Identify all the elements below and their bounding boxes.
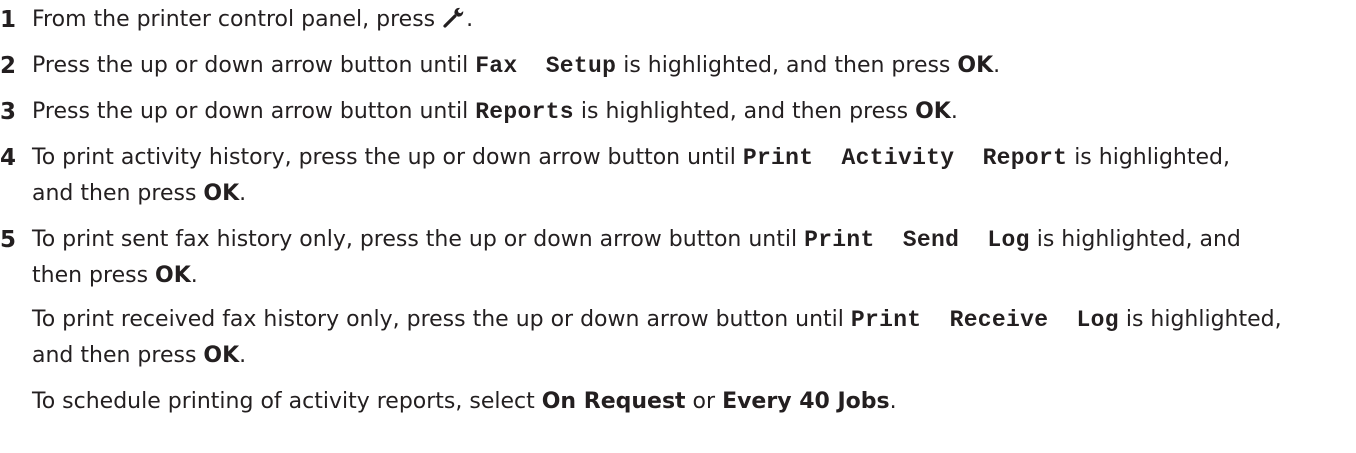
ok-button-label: OK: [915, 99, 951, 124]
menu-item-code: Print Receive Log: [850, 307, 1119, 333]
menu-item-code: Print Activity Report: [742, 145, 1068, 171]
step-text-mid: is highlighted, and then press: [616, 53, 958, 78]
step-text-post: .: [466, 7, 474, 32]
menu-item-code: Print Send Log: [804, 227, 1030, 253]
step-text-pre: To print activity history, press the up …: [32, 145, 743, 170]
para-text-pre: To print received fax history only, pres…: [32, 307, 851, 332]
option-on-request: On Request: [541, 389, 686, 414]
step-5-schedule-paragraph: To schedule printing of activity reports…: [32, 384, 1344, 420]
wrench-icon: [443, 7, 464, 28]
step-text-line2: and then press: [32, 181, 204, 206]
step-text-pre: Press the up or down arrow button until: [32, 53, 476, 78]
para-text-post: .: [889, 389, 897, 414]
para-text-mid: is highlighted,: [1118, 307, 1282, 332]
para-text-post: .: [239, 343, 247, 368]
step-text-post: .: [190, 263, 198, 288]
ok-button-label: OK: [957, 53, 994, 78]
step-text-pre: To print sent fax history only, press th…: [32, 227, 805, 252]
para-text-pre: To schedule printing of activity reports…: [32, 389, 542, 414]
step-text: To print sent fax history only, press th…: [32, 222, 1344, 294]
step-text-pre: From the printer control panel, press: [32, 7, 443, 32]
step-text-post: .: [239, 181, 247, 206]
step-text-line2: then press: [32, 263, 156, 288]
step-text: To print activity history, press the up …: [32, 140, 1344, 212]
ok-button-label: OK: [155, 263, 191, 288]
para-text-mid: or: [685, 389, 723, 414]
step-text: From the printer control panel, press .: [32, 2, 1344, 38]
step-text-mid: is highlighted, and: [1029, 227, 1241, 252]
step-number: 4: [0, 145, 17, 171]
option-every-40-jobs: Every 40 Jobs: [722, 389, 890, 414]
ok-button-label: OK: [203, 181, 240, 206]
menu-item-code: Fax Setup: [475, 53, 617, 79]
step-text: Press the up or down arrow button until …: [32, 94, 1344, 130]
para-text-line2: and then press: [32, 343, 204, 368]
menu-item-code: Reports: [475, 99, 574, 125]
step-text-post: .: [993, 53, 1001, 78]
step-number: 3: [0, 99, 17, 125]
step-text-mid: is highlighted,: [1067, 145, 1230, 170]
instruction-document: 1 From the printer control panel, press …: [0, 0, 1356, 453]
ok-button-label: OK: [203, 343, 240, 368]
step-text-post: .: [950, 99, 958, 124]
step-text-pre: Press the up or down arrow button until: [32, 99, 476, 124]
step-text: Press the up or down arrow button until …: [32, 48, 1344, 84]
step-number: 1: [0, 7, 17, 33]
step-text-mid: is highlighted, and then press: [573, 99, 916, 124]
step-number: 5: [0, 227, 17, 253]
step-number: 2: [0, 53, 17, 79]
step-5-received-log-paragraph: To print received fax history only, pres…: [32, 302, 1344, 374]
